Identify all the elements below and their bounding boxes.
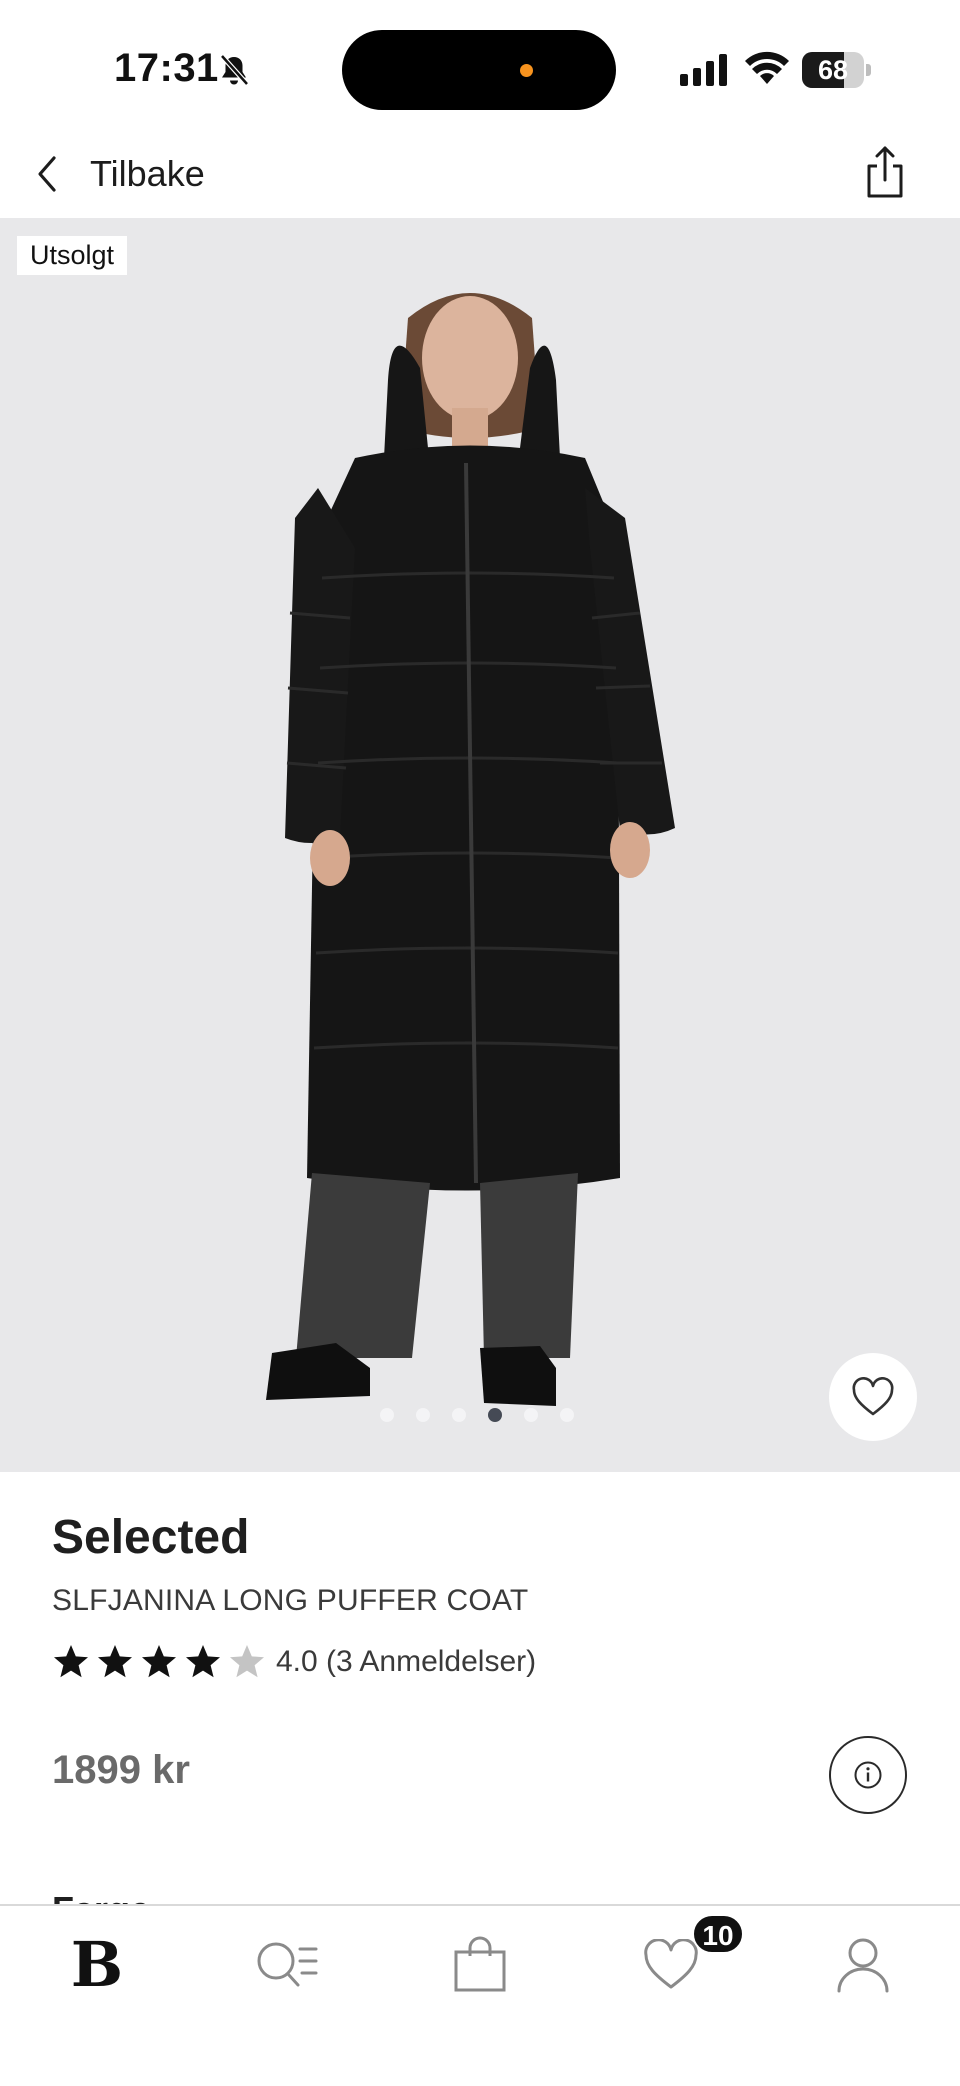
star-filled-icon: [186, 1645, 220, 1678]
tab-search[interactable]: [242, 1920, 332, 2010]
search-list-icon: [257, 1942, 318, 1987]
color-section-label: Farge: [52, 1884, 150, 1904]
back-button[interactable]: Tilbake: [32, 142, 205, 206]
info-icon: [854, 1761, 882, 1789]
privacy-indicator-dot: [520, 64, 533, 77]
bell-slash-icon: [220, 54, 249, 86]
status-time: 17:31: [114, 46, 219, 90]
star-filled-icon: [142, 1645, 176, 1678]
carousel-dot[interactable]: [452, 1408, 466, 1422]
home-logo: B: [70, 1928, 124, 2001]
wishlist-button[interactable]: [829, 1353, 917, 1441]
favorites-count-badge: 10: [692, 1914, 744, 1954]
battery-percent: 68: [817, 55, 849, 85]
rating-text: 4.0 (3 Anmeldelser): [276, 1645, 537, 1678]
product-brand[interactable]: Selected: [52, 1510, 249, 1565]
carousel-dot[interactable]: [416, 1408, 430, 1422]
carousel-dots: [380, 1408, 574, 1422]
tab-cart[interactable]: [435, 1920, 525, 2010]
carousel-dot[interactable]: [380, 1408, 394, 1422]
carousel-dot[interactable]: [524, 1408, 538, 1422]
sold-out-badge: Utsolgt: [17, 236, 128, 275]
tab-home[interactable]: B: [52, 1920, 142, 2010]
product-price: 1899 kr: [52, 1748, 190, 1792]
product-image-carousel[interactable]: Utsolgt: [0, 218, 960, 1472]
shopping-bag-icon: [454, 1936, 506, 1992]
back-label: Tilbake: [90, 153, 205, 194]
nav-header: Tilbake: [0, 130, 960, 218]
heart-outline-icon: [852, 1377, 894, 1416]
heart-icon: [644, 1939, 698, 1989]
share-icon[interactable]: [862, 144, 908, 202]
status-bar: 17:31 68: [0, 0, 960, 130]
product-photo: [266, 293, 675, 1406]
chevron-left-icon: [38, 156, 56, 192]
tab-profile[interactable]: [818, 1920, 908, 2010]
price-info-button[interactable]: [829, 1736, 907, 1814]
product-rating[interactable]: 4.0 (3 Anmeldelser): [52, 1640, 536, 1684]
battery-indicator: 68: [802, 52, 872, 88]
tab-bar: B 10: [0, 1904, 960, 2086]
cellular-signal-icon: [680, 54, 727, 86]
person-icon: [837, 1938, 889, 1993]
star-filled-icon: [54, 1645, 88, 1678]
wifi-icon: [745, 51, 789, 84]
product-name: SLFJANINA LONG PUFFER COAT: [52, 1584, 529, 1617]
carousel-dot[interactable]: [488, 1408, 502, 1422]
star-empty-icon: [230, 1645, 264, 1678]
carousel-dot[interactable]: [560, 1408, 574, 1422]
star-filled-icon: [98, 1645, 132, 1678]
dynamic-island: [342, 30, 616, 110]
